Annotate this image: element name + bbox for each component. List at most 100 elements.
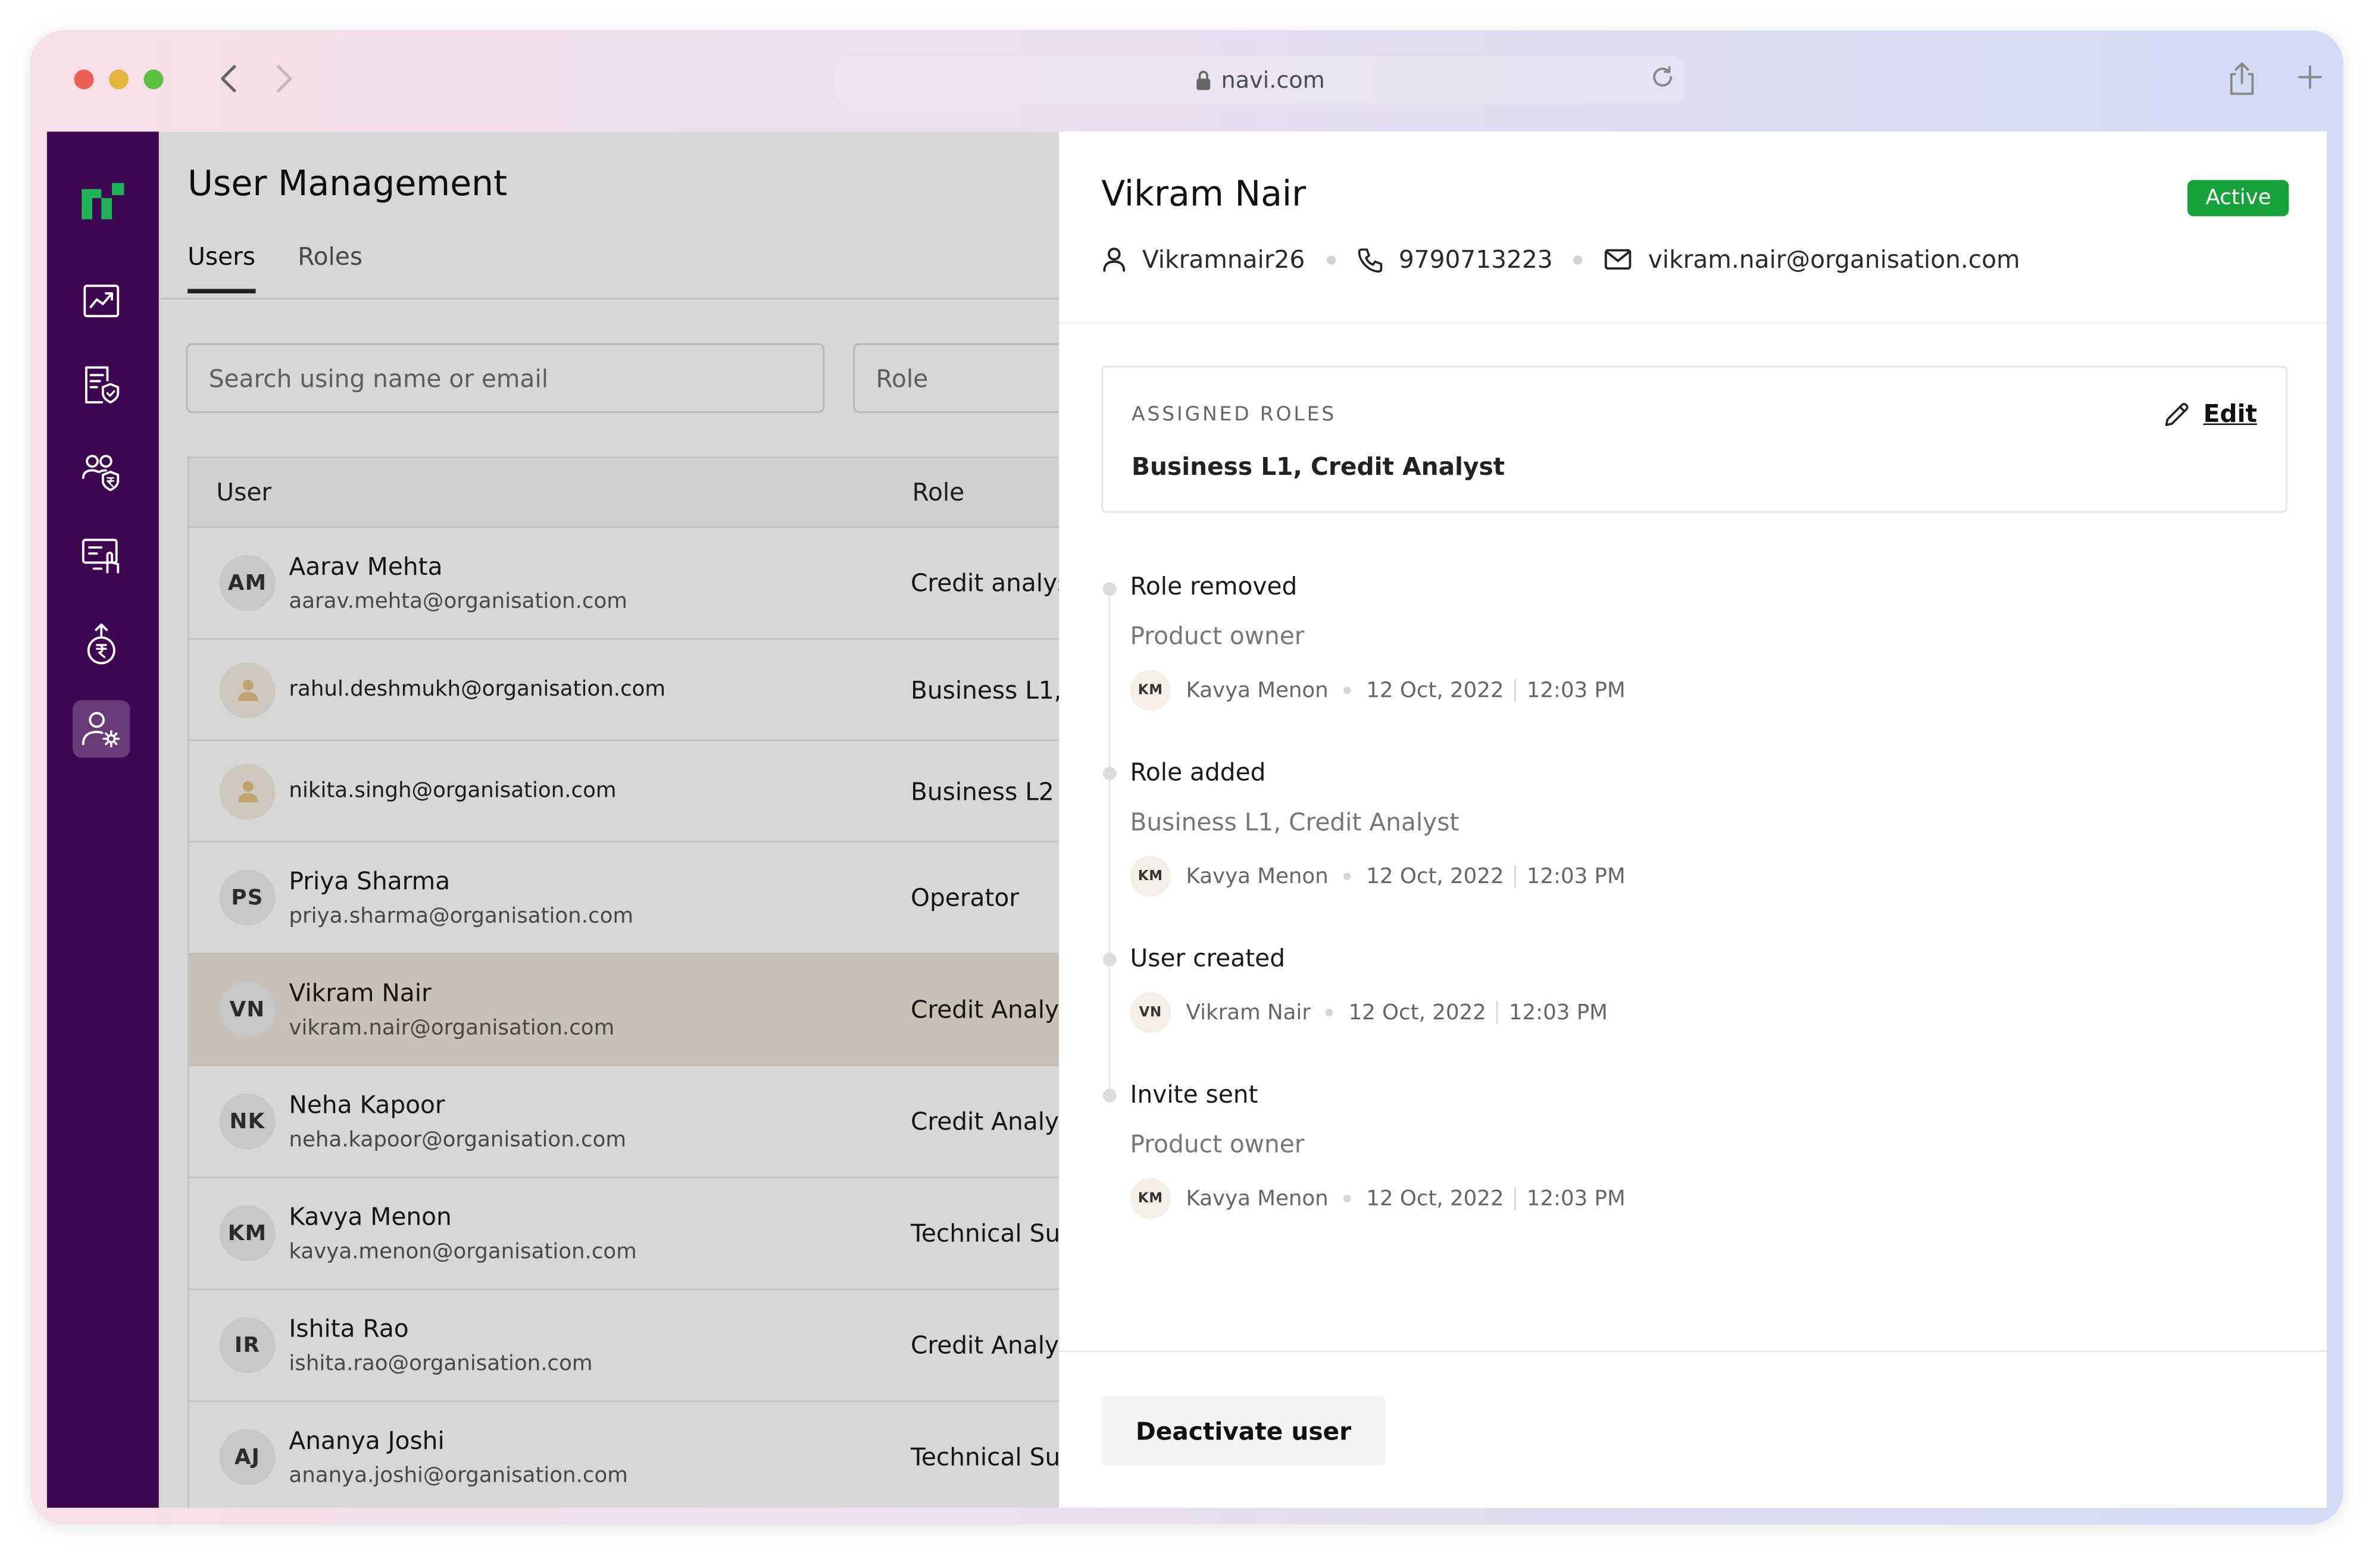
avatar: IR (219, 1317, 276, 1373)
user-name: Ananya Joshi (289, 1425, 445, 1454)
new-tab-button[interactable] (2296, 64, 2324, 97)
pencil-icon (2165, 402, 2189, 425)
timeline-dot (1102, 1088, 1117, 1103)
event-date: 12 Oct, 2022 (1348, 1000, 1486, 1025)
maximize-window-button[interactable] (143, 69, 164, 89)
share-button[interactable] (2227, 61, 2257, 103)
user-meta: Vikramnair26 9790713223 vikram.nair@orga… (1101, 245, 2020, 274)
avatar: KM (219, 1205, 276, 1262)
user-name: Priya Sharma (289, 866, 451, 895)
chevron-left-icon (221, 65, 236, 93)
timeline-event-detail: Product owner (1130, 621, 1305, 650)
sidebar-item-user-settings[interactable] (72, 700, 130, 758)
detail-user-name: Vikram Nair (1101, 175, 1307, 215)
event-time: 12:03 PM (1526, 1186, 1626, 1211)
email-address: vikram.nair@organisation.com (1648, 245, 2020, 274)
forward-button[interactable] (268, 61, 301, 97)
sidebar (46, 132, 159, 1508)
user-email: rahul.deshmukh@organisation.com (289, 677, 666, 702)
actor-name: Vikram Nair (1186, 1000, 1311, 1025)
tabs: Users Roles (187, 242, 362, 294)
user-placeholder-icon (237, 680, 258, 701)
user-name: Ishita Rao (289, 1313, 409, 1342)
timeline-event-meta: KM Kavya Menon 12 Oct, 2022 12:03 PM (1130, 856, 1626, 897)
user-email: nikita.singh@organisation.com (289, 778, 617, 803)
user-role: Credit Analyst (910, 1331, 1082, 1360)
search-input[interactable]: Search using name or email (186, 343, 825, 413)
user-role: Operator (910, 883, 1020, 912)
edit-label: Edit (2203, 399, 2257, 428)
user-icon (1103, 248, 1126, 272)
timeline-dot (1102, 582, 1117, 596)
event-date: 12 Oct, 2022 (1366, 1186, 1504, 1211)
phone-icon (1357, 248, 1382, 272)
user-email: priya.sharma@organisation.com (289, 903, 634, 928)
lock-icon (1196, 70, 1211, 90)
user-role: Business L2 (910, 777, 1054, 806)
timeline-event-title: Role added (1130, 758, 1266, 787)
user-name: Vikram Nair (289, 978, 432, 1007)
user-role: Credit Analyst (910, 995, 1082, 1024)
event-date: 12 Oct, 2022 (1366, 678, 1504, 703)
reload-icon (1653, 66, 1672, 87)
document-shield-icon (85, 366, 120, 403)
timeline-event-detail: Business L1, Credit Analyst (1130, 808, 1460, 837)
rupee-growth-icon (87, 623, 115, 665)
user-placeholder-icon (237, 781, 258, 803)
actor-name: Kavya Menon (1186, 678, 1329, 703)
tab-users[interactable]: Users (187, 242, 256, 294)
user-name: Aarav Mehta (289, 551, 443, 580)
sidebar-item-finance[interactable] (73, 615, 130, 673)
page-title: User Management (187, 165, 508, 205)
avatar: AJ (219, 1429, 276, 1485)
window-controls (74, 69, 164, 89)
divider (1059, 322, 2327, 324)
user-name: Neha Kapoor (289, 1090, 445, 1119)
timeline-event-title: User created (1130, 943, 1286, 973)
sidebar-item-analytics[interactable] (73, 272, 130, 330)
edit-roles-button[interactable]: Edit (2164, 399, 2257, 428)
mail-icon (1605, 249, 1632, 270)
user-email: aarav.mehta@organisation.com (289, 589, 627, 614)
user-settings-icon (82, 712, 120, 748)
timeline-event-meta: KM Kavya Menon 12 Oct, 2022 12:03 PM (1130, 1178, 1626, 1219)
sidebar-item-users-billing[interactable] (73, 443, 130, 501)
user-email: ishita.rao@organisation.com (289, 1351, 593, 1376)
reload-button[interactable] (1649, 64, 1676, 97)
user-email: kavya.menon@organisation.com (289, 1239, 637, 1264)
event-time: 12:03 PM (1526, 678, 1626, 703)
address-bar[interactable]: navi.com (835, 56, 1686, 105)
timeline-event-title: Invite sent (1130, 1079, 1258, 1109)
app-content: User Management Users Roles Search using… (46, 132, 2327, 1508)
share-icon (2230, 62, 2254, 95)
timeline-event-meta: KM Kavya Menon 12 Oct, 2022 12:03 PM (1130, 669, 1626, 711)
minimize-window-button[interactable] (108, 69, 129, 89)
users-rupee-icon (82, 455, 120, 492)
actor-name: Kavya Menon (1186, 1186, 1329, 1211)
event-time: 12:03 PM (1508, 1000, 1608, 1025)
navi-logo (77, 177, 129, 228)
column-header-user: User (216, 478, 272, 507)
assigned-roles-label: ASSIGNED ROLES (1132, 403, 1337, 427)
sidebar-item-documents[interactable] (73, 357, 130, 415)
assigned-roles-card: ASSIGNED ROLES Business L1, Credit Analy… (1101, 366, 2287, 513)
back-button[interactable] (212, 61, 245, 97)
avatar: KM (1130, 856, 1171, 897)
username: Vikramnair26 (1142, 245, 1305, 274)
user-role: Credit Analyst (910, 1107, 1082, 1136)
timeline-event-detail: Product owner (1130, 1129, 1305, 1159)
timeline-event-meta: VN Vikram Nair 12 Oct, 2022 12:03 PM (1130, 992, 1608, 1033)
screen-hand-icon (82, 539, 120, 574)
status-badge: Active (2187, 180, 2290, 217)
close-window-button[interactable] (74, 69, 94, 89)
timeline-line (1108, 585, 1111, 1100)
tab-roles[interactable]: Roles (298, 242, 362, 293)
event-time: 12:03 PM (1526, 864, 1626, 889)
avatar: AM (219, 555, 276, 611)
footer-divider (1059, 1350, 2327, 1353)
user-name: Kavya Menon (289, 1201, 452, 1231)
search-placeholder: Search using name or email (208, 364, 549, 393)
sidebar-item-monitor[interactable] (73, 528, 130, 586)
deactivate-user-button[interactable]: Deactivate user (1101, 1395, 1386, 1466)
event-date: 12 Oct, 2022 (1366, 864, 1504, 889)
